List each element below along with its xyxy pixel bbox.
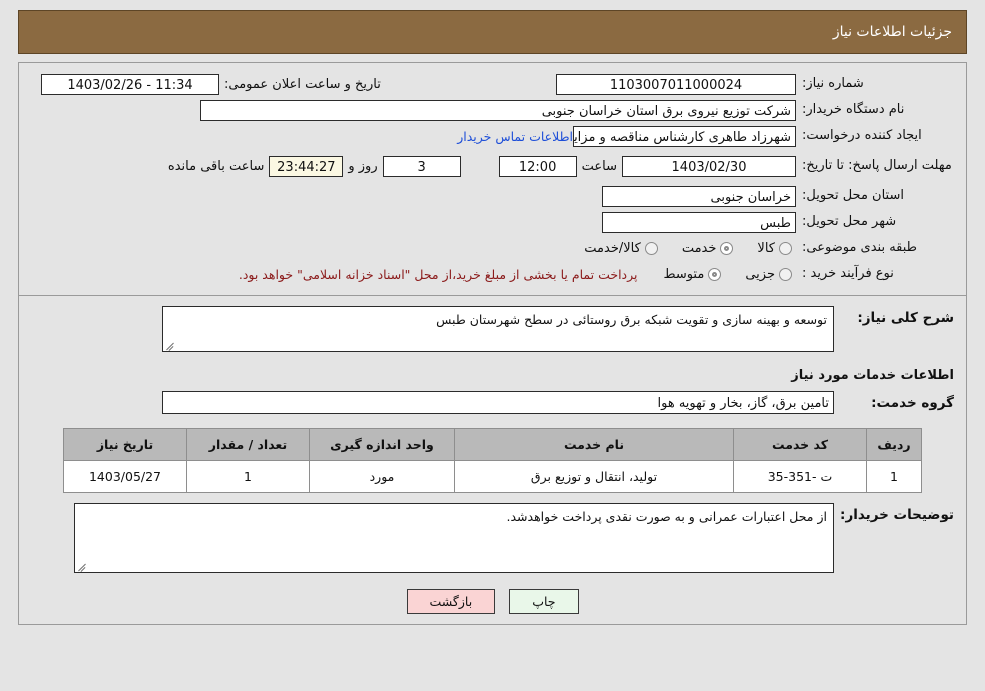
services-table-wrap: ردیف کد خدمت نام خدمت واحد اندازه گیری ت…: [19, 422, 966, 499]
process-option-medium-label: متوسط: [663, 266, 705, 282]
th-unit: واحد اندازه گیری: [309, 428, 455, 461]
deadline-date-field[interactable]: 1403/02/30: [622, 155, 796, 177]
process-radio-group: جزیی متوسط: [645, 267, 796, 282]
process-option-minor-label: جزیی: [745, 266, 775, 282]
category-option-goods[interactable]: کالا: [757, 241, 796, 256]
radio-goods-icon[interactable]: [779, 241, 792, 255]
cell-unit: مورد: [309, 460, 455, 493]
row-category: طبقه بندی موضوعی: کالا خدمت کالا/خدمت: [23, 235, 962, 261]
resize-grip-icon[interactable]: [165, 339, 176, 350]
row-deadline: مهلت ارسال پاسخ: تا تاریخ: 1403/02/30 سا…: [23, 149, 962, 183]
process-option-minor[interactable]: جزیی: [745, 267, 796, 282]
row-summary: شرح کلی نیاز: توسعه و بهینه سازی و تقویت…: [19, 302, 966, 360]
process-option-medium[interactable]: متوسط: [663, 267, 725, 282]
summary-label: شرح کلی نیاز:: [857, 310, 954, 326]
process-label: نوع فرآیند خرید :: [802, 266, 894, 282]
services-table: ردیف کد خدمت نام خدمت واحد اندازه گیری ت…: [63, 428, 922, 493]
process-note: پرداخت تمام یا بخشی از مبلغ خرید،از محل …: [238, 266, 638, 282]
cell-radif: 1: [866, 460, 922, 493]
service-group-field[interactable]: تامین برق، گاز، بخار و تهویه هوا: [162, 391, 834, 414]
row-service-group: گروه خدمت: تامین برق، گاز، بخار و تهویه …: [19, 387, 966, 422]
th-radif: ردیف: [866, 428, 922, 461]
city-label: شهر محل تحویل:: [802, 214, 897, 230]
cell-service-name: تولید، انتقال و توزیع برق: [454, 460, 734, 493]
cell-quantity: 1: [186, 460, 310, 493]
page-root: جزئیات اطلاعات نیاز شماره نیاز: 11030070…: [0, 0, 985, 625]
services-section-title: اطلاعات خدمات مورد نیاز: [791, 368, 954, 383]
row-need-number: شماره نیاز: 1103007011000024 تاریخ و ساع…: [23, 71, 962, 97]
deadline-time-field[interactable]: 12:00: [498, 155, 577, 177]
row-city: شهر محل تحویل: طبس: [23, 209, 962, 235]
buyer-notes-text: از محل اعتبارات عمرانی و به صورت نقدی پر…: [506, 509, 828, 524]
buyer-org-label: نام دستگاه خریدار:: [802, 102, 905, 118]
page-title: جزئیات اطلاعات نیاز: [832, 24, 952, 40]
countdown-timer-field: 23:44:27: [269, 155, 344, 177]
cell-service-code: ت -351-35: [733, 460, 867, 493]
radio-minor-icon[interactable]: [779, 267, 792, 281]
radio-service-icon[interactable]: [720, 241, 734, 255]
table-row: 1 ت -351-35 تولید، انتقال و توزیع برق مو…: [63, 460, 922, 493]
hour-label: ساعت: [581, 158, 617, 174]
buyer-notes-label: توضیحات خریدار:: [840, 507, 954, 523]
radio-medium-icon[interactable]: [708, 267, 722, 281]
buyer-contact-link[interactable]: اطلاعات تماس خریدار: [457, 129, 573, 144]
category-option-goods-service[interactable]: کالا/خدمت: [584, 241, 662, 256]
resize-grip-icon[interactable]: [77, 560, 88, 571]
row-province: استان محل تحویل: خراسان جنوبی: [23, 183, 962, 209]
need-number-label: شماره نیاز:: [802, 76, 864, 92]
row-buyer-notes: توضیحات خریدار: از محل اعتبارات عمرانی و…: [19, 499, 966, 577]
row-request-creator: ایجاد کننده درخواست: شهرزاد طاهری کارشنا…: [23, 123, 962, 149]
radio-goods-service-icon[interactable]: [644, 241, 658, 255]
th-service-name: نام خدمت: [454, 428, 734, 461]
category-option-goods-label: کالا: [757, 240, 775, 256]
row-process-type: نوع فرآیند خرید : جزیی متوسط پرداخت تمام…: [23, 261, 962, 287]
th-need-date: تاریخ نیاز: [63, 428, 187, 461]
back-button[interactable]: بازگشت: [406, 589, 496, 614]
th-quantity: تعداد / مقدار: [186, 428, 310, 461]
days-label: روز و: [348, 158, 378, 174]
page-title-bar: جزئیات اطلاعات نیاز: [18, 10, 967, 54]
th-service-code: کد خدمت: [733, 428, 867, 461]
category-radio-group: کالا خدمت کالا/خدمت: [566, 241, 796, 256]
deadline-label: مهلت ارسال پاسخ: تا تاریخ:: [802, 157, 952, 173]
table-header-row: ردیف کد خدمت نام خدمت واحد اندازه گیری ت…: [63, 428, 922, 461]
service-group-label: گروه خدمت:: [871, 394, 954, 411]
city-field[interactable]: طبس: [602, 211, 796, 233]
province-label: استان محل تحویل:: [802, 188, 904, 204]
remaining-days-field: 3: [382, 155, 461, 177]
print-button[interactable]: چاپ: [509, 589, 579, 614]
category-label: طبقه بندی موضوعی:: [802, 240, 918, 256]
row-buyer-org: نام دستگاه خریدار: شرکت توزیع نیروی برق …: [23, 97, 962, 123]
summary-panel: شرح کلی نیاز: توسعه و بهینه سازی و تقویت…: [18, 296, 967, 625]
buyer-notes-textarea[interactable]: از محل اعتبارات عمرانی و به صورت نقدی پر…: [74, 503, 834, 573]
countdown-label: ساعت باقی مانده: [167, 158, 265, 174]
creator-field[interactable]: شهرزاد طاهری کارشناس مناقصه و مزایده شرک…: [573, 125, 796, 147]
need-info-panel: شماره نیاز: 1103007011000024 تاریخ و ساع…: [18, 62, 967, 296]
category-option-goods-service-label: کالا/خدمت: [584, 240, 641, 256]
category-option-service-label: خدمت: [681, 240, 717, 256]
button-bar: چاپ بازگشت: [19, 577, 966, 624]
category-option-service[interactable]: خدمت: [682, 241, 738, 256]
buyer-org-field[interactable]: شرکت توزیع نیروی برق استان خراسان جنوبی: [200, 99, 796, 121]
public-announce-field[interactable]: 11:34 - 1403/02/26: [41, 73, 219, 95]
summary-text: توسعه و بهینه سازی و تقویت شبکه برق روست…: [436, 312, 827, 327]
public-announce-label: تاریخ و ساعت اعلان عمومی:: [224, 76, 381, 92]
summary-textarea[interactable]: توسعه و بهینه سازی و تقویت شبکه برق روست…: [162, 306, 834, 352]
cell-need-date: 1403/05/27: [63, 460, 187, 493]
need-number-field[interactable]: 1103007011000024: [556, 73, 796, 95]
creator-label: ایجاد کننده درخواست:: [802, 128, 922, 144]
province-field[interactable]: خراسان جنوبی: [602, 185, 796, 207]
